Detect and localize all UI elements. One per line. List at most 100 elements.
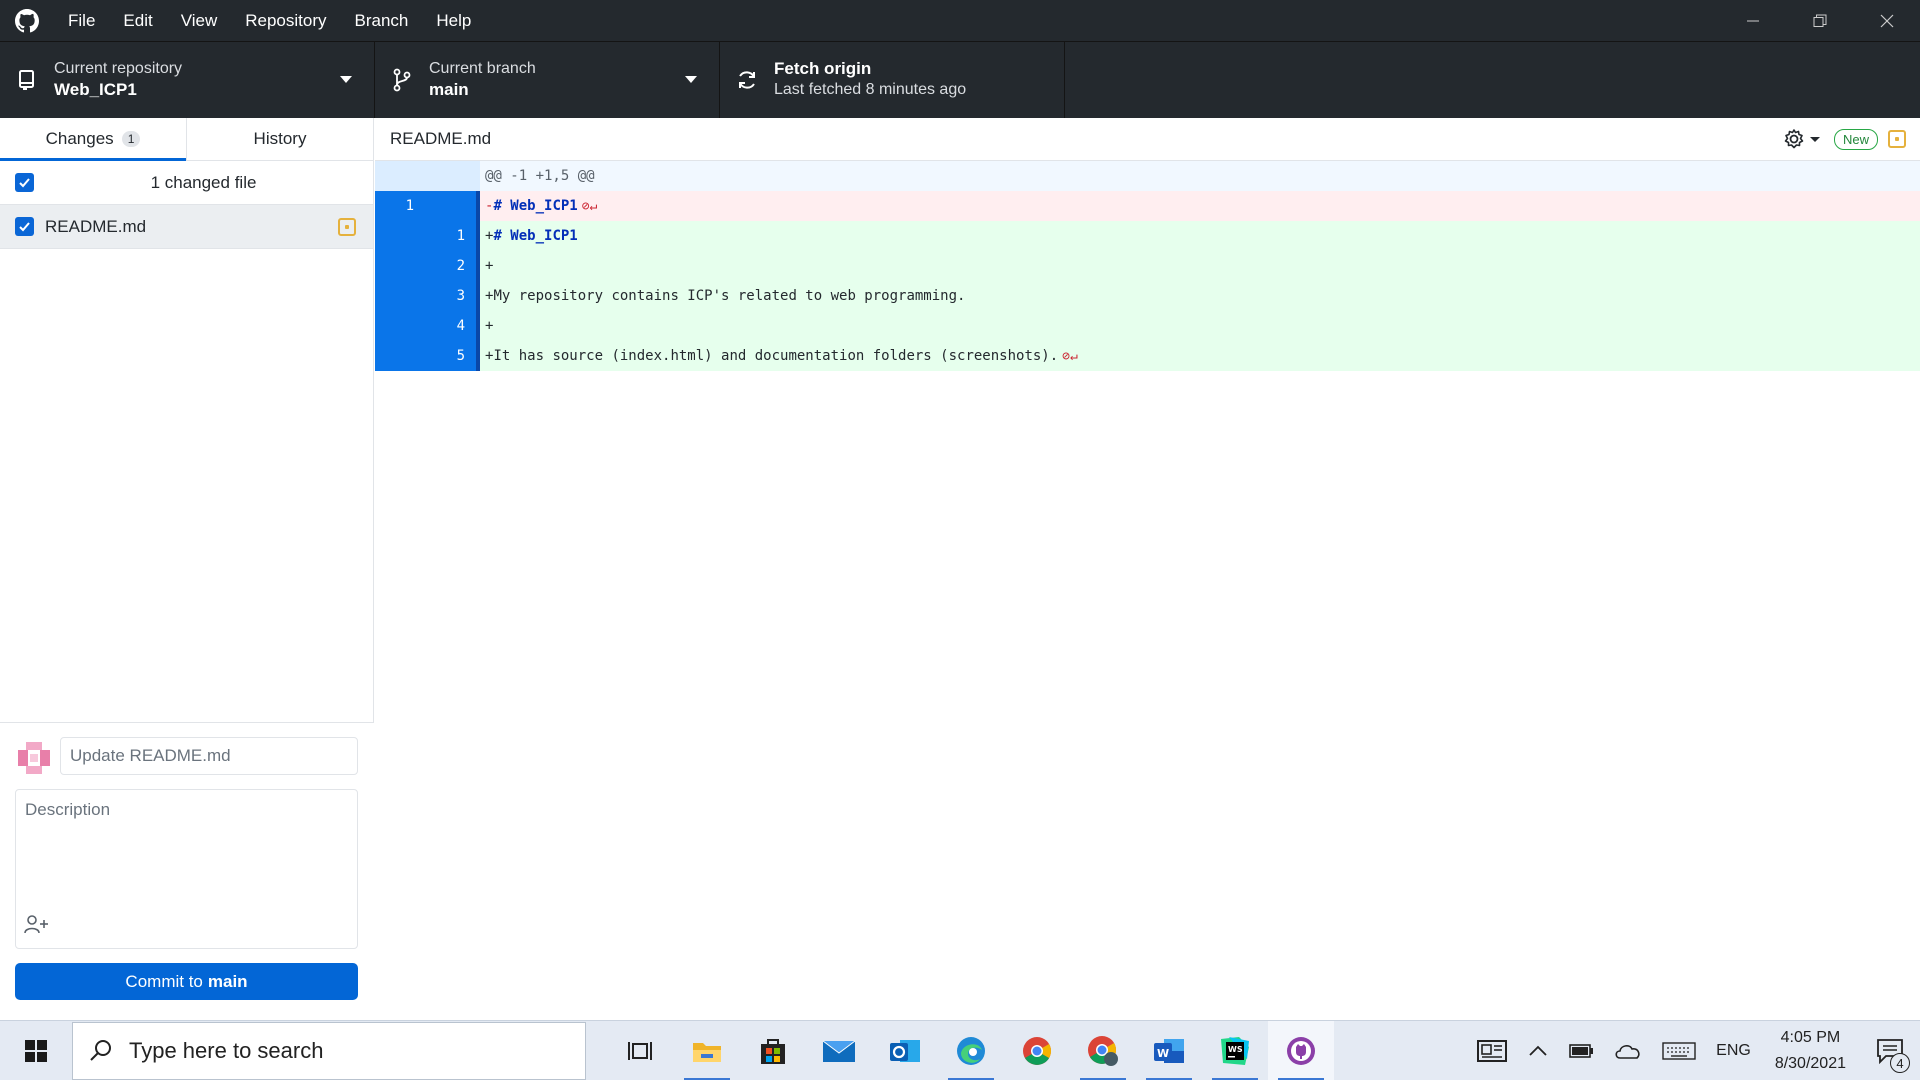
file-checkbox[interactable]: [15, 217, 34, 236]
diff-view: README.md New @@ -1 +1,5 @@ 1 -# Web_ICP…: [375, 118, 1920, 1020]
chrome-icon: [1023, 1036, 1051, 1065]
changed-file-row[interactable]: README.md: [0, 205, 373, 249]
current-branch-button[interactable]: Current branch main: [375, 42, 720, 118]
old-line-number: [375, 281, 425, 311]
commit-button-branch: main: [207, 971, 248, 991]
current-branch-label: Current branch: [429, 60, 536, 77]
taskbar-mail[interactable]: [806, 1021, 872, 1080]
diff-line-added[interactable]: 5 +It has source (index.html) and docume…: [375, 341, 1920, 371]
battery-icon: [1569, 1044, 1594, 1058]
add-coauthor-icon[interactable]: [24, 914, 50, 939]
taskbar-chrome-profile[interactable]: [1070, 1021, 1136, 1080]
changed-files-count: 1 changed file: [150, 172, 257, 192]
sidebar-tabs: Changes 1 History: [0, 118, 373, 161]
menu-help[interactable]: Help: [422, 0, 485, 41]
current-repository-value: Web_ICP1: [54, 80, 137, 99]
caret-down-icon: [1809, 137, 1820, 142]
svg-text:W: W: [1157, 1047, 1169, 1060]
menu-repository[interactable]: Repository: [231, 0, 340, 41]
menu-view[interactable]: View: [167, 0, 232, 41]
minimize-icon: [1746, 20, 1759, 21]
restore-button[interactable]: [1786, 0, 1853, 41]
folder-icon: [693, 1042, 721, 1062]
last-fetched-status: Last fetched 8 minutes ago: [774, 81, 967, 98]
commit-summary-input[interactable]: Update README.md: [60, 737, 358, 775]
taskbar-microsoft-store[interactable]: [740, 1021, 806, 1080]
current-repository-button[interactable]: Current repository Web_ICP1: [0, 42, 375, 118]
new-file-badge: New: [1833, 128, 1878, 150]
diff-line-added[interactable]: 3 +My repository contains ICP's related …: [375, 281, 1920, 311]
taskbar-search-box[interactable]: Type here to search: [72, 1021, 586, 1080]
touch-keyboard-button[interactable]: [1652, 1021, 1706, 1080]
menu-branch[interactable]: Branch: [341, 0, 423, 41]
store-icon: [761, 1038, 785, 1064]
hunk-header: @@ -1 +1,5 @@: [485, 168, 595, 184]
taskbar-word[interactable]: W: [1136, 1021, 1202, 1080]
title-bar: File Edit View Repository Branch Help: [0, 0, 1920, 41]
hunk-header-row: @@ -1 +1,5 @@: [375, 161, 1920, 191]
show-hidden-icons-button[interactable]: [1518, 1021, 1558, 1080]
word-icon: W: [1154, 1038, 1184, 1063]
battery-button[interactable]: [1558, 1021, 1604, 1080]
menu-file[interactable]: File: [54, 0, 109, 41]
onedrive-button[interactable]: [1604, 1021, 1652, 1080]
taskbar-github-desktop[interactable]: [1268, 1020, 1334, 1080]
chevron-down-icon: [685, 76, 697, 83]
clock-time: 4:05 PM: [1780, 1029, 1841, 1046]
chrome-profile-icon: [1088, 1035, 1118, 1066]
commit-description-field[interactable]: Description: [15, 789, 358, 949]
menu-edit[interactable]: Edit: [109, 0, 166, 41]
diff-file-path: README.md: [390, 129, 492, 148]
clock-date: 8/30/2021: [1774, 1055, 1846, 1072]
line-text: My repository contains ICP's related to …: [493, 288, 966, 304]
windows-logo-icon: [25, 1039, 47, 1062]
select-all-checkbox[interactable]: [15, 173, 34, 192]
close-icon: [1880, 14, 1893, 27]
keyboard-icon: [1662, 1042, 1696, 1060]
diff-line-added[interactable]: 2 +: [375, 251, 1920, 281]
commit-button[interactable]: Commit to main: [15, 963, 358, 1000]
diff-line-added[interactable]: 4 +: [375, 311, 1920, 341]
start-button[interactable]: [0, 1021, 72, 1080]
minimize-button[interactable]: [1719, 0, 1786, 41]
repo-icon: [0, 69, 54, 91]
old-line-number: 1: [405, 198, 414, 214]
fetch-origin-label: Fetch origin: [774, 59, 872, 78]
checkmark-icon: [19, 222, 30, 232]
input-language-indicator[interactable]: ENG: [1706, 1021, 1761, 1080]
branch-icon: [375, 68, 429, 92]
windows-taskbar: Type here to search W WS ENG 4:05 PM 8/3…: [0, 1020, 1920, 1080]
no-newline-icon: ⊘↵: [1062, 349, 1078, 364]
diff-line-added[interactable]: 1 +# Web_ICP1: [375, 221, 1920, 251]
line-keyword: # Web_ICP1: [493, 228, 578, 244]
fetch-origin-button[interactable]: Fetch origin Last fetched 8 minutes ago: [720, 42, 1065, 118]
line-text: It has source (index.html) and documenta…: [493, 348, 1059, 364]
edge-icon: [957, 1036, 985, 1065]
tab-history-label: History: [253, 129, 307, 148]
description-placeholder: Description: [25, 800, 111, 819]
news-widget-button[interactable]: [1466, 1021, 1518, 1080]
taskbar-file-explorer[interactable]: [674, 1021, 740, 1080]
taskbar-edge[interactable]: [938, 1021, 1004, 1080]
new-line-number: 5: [456, 348, 465, 364]
no-newline-icon: ⊘↵: [581, 199, 598, 214]
checkmark-icon: [19, 178, 30, 188]
taskbar-chrome[interactable]: [1004, 1021, 1070, 1080]
taskbar-clock[interactable]: 4:05 PM 8/30/2021: [1761, 1025, 1860, 1077]
svg-text:WS: WS: [1228, 1045, 1243, 1054]
diff-lines: @@ -1 +1,5 @@ 1 -# Web_ICP1 ⊘↵ 1 +# Web_I…: [375, 161, 1920, 371]
close-button[interactable]: [1853, 0, 1920, 41]
tab-history[interactable]: History: [186, 118, 373, 160]
tab-changes[interactable]: Changes 1: [0, 118, 186, 161]
menu-bar: File Edit View Repository Branch Help: [54, 0, 485, 41]
taskbar-outlook[interactable]: [872, 1021, 938, 1080]
current-branch-value: main: [429, 80, 469, 99]
old-line-number: [375, 251, 425, 281]
taskbar-webstorm[interactable]: WS: [1202, 1021, 1268, 1080]
diff-settings-button[interactable]: [1783, 128, 1822, 150]
task-view-button[interactable]: [608, 1021, 674, 1080]
tab-changes-label: Changes: [45, 129, 114, 148]
action-center-button[interactable]: 4: [1860, 1021, 1920, 1080]
diff-line-deleted[interactable]: 1 -# Web_ICP1 ⊘↵: [375, 191, 1920, 221]
diff-tools: New: [1783, 128, 1906, 150]
